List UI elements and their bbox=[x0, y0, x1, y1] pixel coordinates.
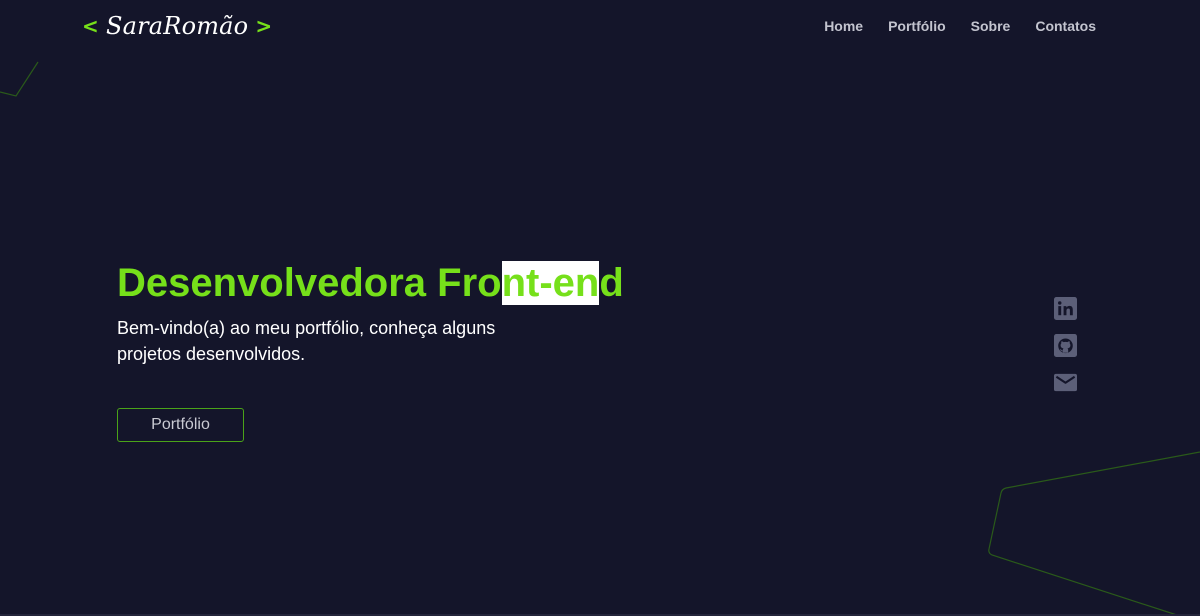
linkedin-link[interactable] bbox=[1054, 297, 1077, 320]
email-link[interactable] bbox=[1054, 371, 1077, 394]
hero-title-part1: Desenvolvedora Fro bbox=[117, 261, 502, 305]
hero-title: Desenvolvedora Front-end bbox=[117, 258, 624, 308]
portfolio-button[interactable]: Portfólio bbox=[117, 408, 244, 442]
nav-link-portfolio[interactable]: Portfólio bbox=[888, 18, 946, 34]
main-nav: Home Portfólio Sobre Contatos bbox=[824, 18, 1096, 34]
nav-link-contatos[interactable]: Contatos bbox=[1035, 18, 1096, 34]
hero-title-selection: nt-en bbox=[501, 261, 600, 305]
nav-link-sobre[interactable]: Sobre bbox=[971, 18, 1011, 34]
email-icon bbox=[1054, 373, 1077, 392]
logo-name: SaraRomão bbox=[105, 12, 249, 40]
site-header: < SaraRomão > Home Portfólio Sobre Conta… bbox=[0, 0, 1200, 56]
site-logo[interactable]: < SaraRomão > bbox=[82, 8, 272, 44]
hero-title-part2: d bbox=[599, 261, 624, 305]
social-links bbox=[1054, 297, 1077, 394]
nav-link-home[interactable]: Home bbox=[824, 18, 863, 34]
logo-right-bracket: > bbox=[255, 14, 273, 38]
github-link[interactable] bbox=[1054, 334, 1077, 357]
github-icon bbox=[1054, 334, 1077, 357]
linkedin-icon bbox=[1054, 297, 1077, 320]
logo-left-bracket: < bbox=[82, 14, 99, 38]
hero-subtitle: Bem-vindo(a) ao meu portfólio, conheça a… bbox=[117, 318, 496, 364]
decorative-outline-shapes bbox=[0, 61, 1200, 616]
page: < SaraRomão > Home Portfólio Sobre Conta… bbox=[0, 0, 1200, 616]
